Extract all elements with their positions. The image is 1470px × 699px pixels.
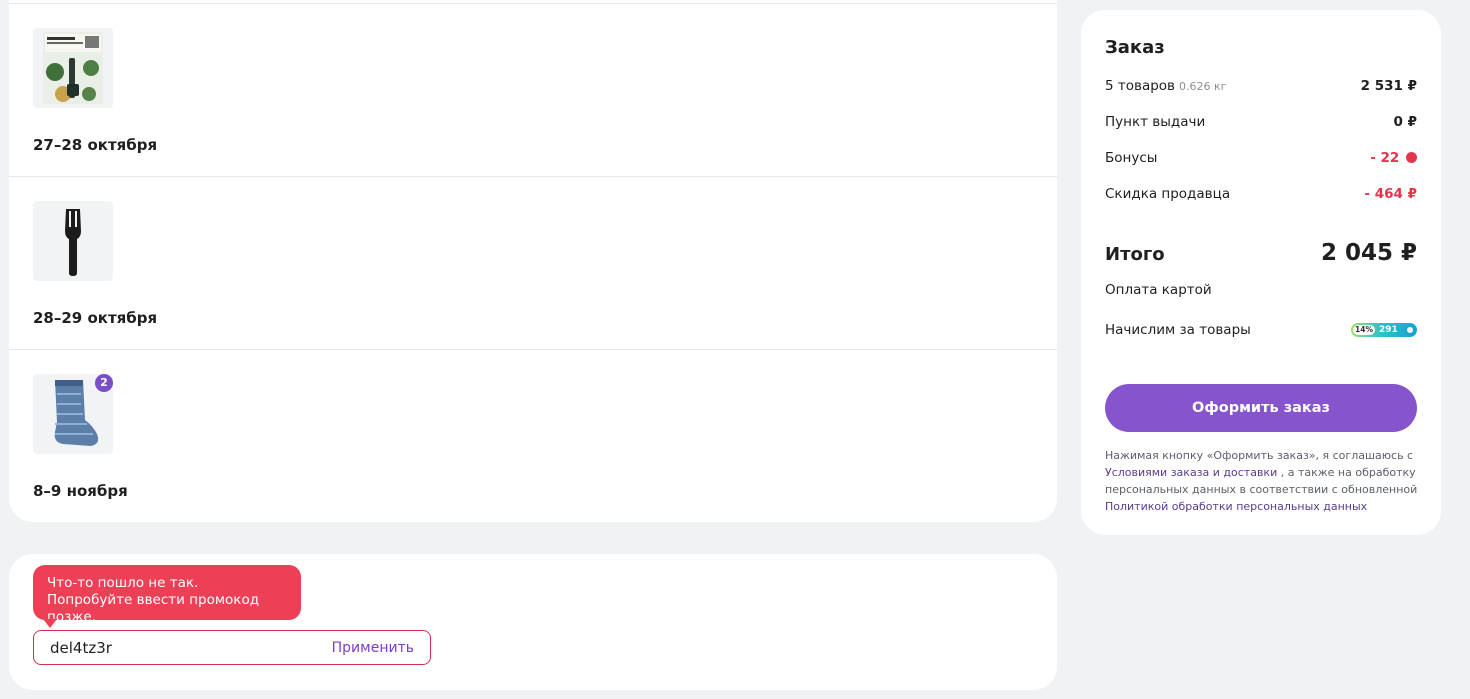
spatula-image	[65, 209, 81, 276]
summary-title: Заказ	[1105, 37, 1165, 58]
promo-code-value[interactable]: del4tz3r	[50, 639, 112, 657]
order-terms-link[interactable]: Условиями заказа и доставки	[1105, 466, 1277, 479]
bonus-coin-icon	[1405, 325, 1415, 335]
legal-prefix: Нажимая кнопку «Оформить заказ», я согла…	[1105, 449, 1414, 462]
total-value: 2 045 ₽	[1320, 240, 1417, 266]
seller-discount-label: Скидка продавца	[1105, 186, 1231, 202]
legal-text: Нажимая кнопку «Оформить заказ», я согла…	[1105, 447, 1421, 515]
bonus-accrual-badge: 14% 291	[1351, 323, 1417, 337]
product-thumbnail-book[interactable]	[33, 28, 113, 108]
accrue-amount: 291	[1379, 325, 1398, 335]
delivery-date: 27–28 октября	[33, 136, 158, 154]
bonuses-value-wrap: - 22	[1370, 150, 1417, 166]
delivery-group-3: 2 8–9 ноября	[9, 349, 1057, 522]
delivery-date: 8–9 ноября	[33, 482, 128, 500]
privacy-policy-link[interactable]: Политикой обработки персональных данных	[1105, 500, 1367, 513]
delivery-group-2: 28–29 октября	[9, 176, 1057, 349]
checkout-button[interactable]: Оформить заказ	[1105, 384, 1417, 432]
accrue-percent: 14%	[1353, 325, 1375, 335]
seller-discount-value: - 464 ₽	[1364, 186, 1417, 202]
product-thumbnail-spatula[interactable]	[33, 201, 113, 281]
apply-promo-button[interactable]: Применить	[332, 640, 414, 656]
bonuses-value: - 22	[1370, 150, 1400, 166]
delivery-group-1: 27–28 октября	[9, 3, 1057, 176]
total-label: Итого	[1105, 244, 1165, 265]
promo-code-input[interactable]: del4tz3r Применить	[33, 630, 431, 665]
delivery-date: 28–29 октября	[33, 309, 158, 327]
book-cover-image	[43, 32, 103, 104]
items-price: 2 531 ₽	[1360, 78, 1417, 94]
bonuses-label: Бонусы	[1105, 150, 1158, 166]
accrue-label: Начислим за товары	[1105, 322, 1251, 338]
pickup-label: Пункт выдачи	[1105, 114, 1206, 130]
promo-code-card: Что-то пошло не так. Попробуйте ввести п…	[9, 554, 1057, 690]
items-label: 5 товаров 0.626 кг	[1105, 78, 1227, 94]
payment-method: Оплата картой	[1105, 282, 1212, 298]
pickup-price: 0 ₽	[1393, 114, 1418, 130]
bonus-coin-icon	[1406, 152, 1417, 163]
deliveries-card: 27–28 октября 28–29 октября 2 8–9 ноября	[9, 0, 1057, 522]
promo-error-tooltip: Что-то пошло не так. Попробуйте ввести п…	[33, 565, 301, 628]
order-summary-card: Заказ 5 товаров 0.626 кг 2 531 ₽ Пункт вы…	[1081, 10, 1441, 535]
items-weight: 0.626 кг	[1179, 80, 1227, 93]
quantity-badge: 2	[95, 374, 113, 392]
